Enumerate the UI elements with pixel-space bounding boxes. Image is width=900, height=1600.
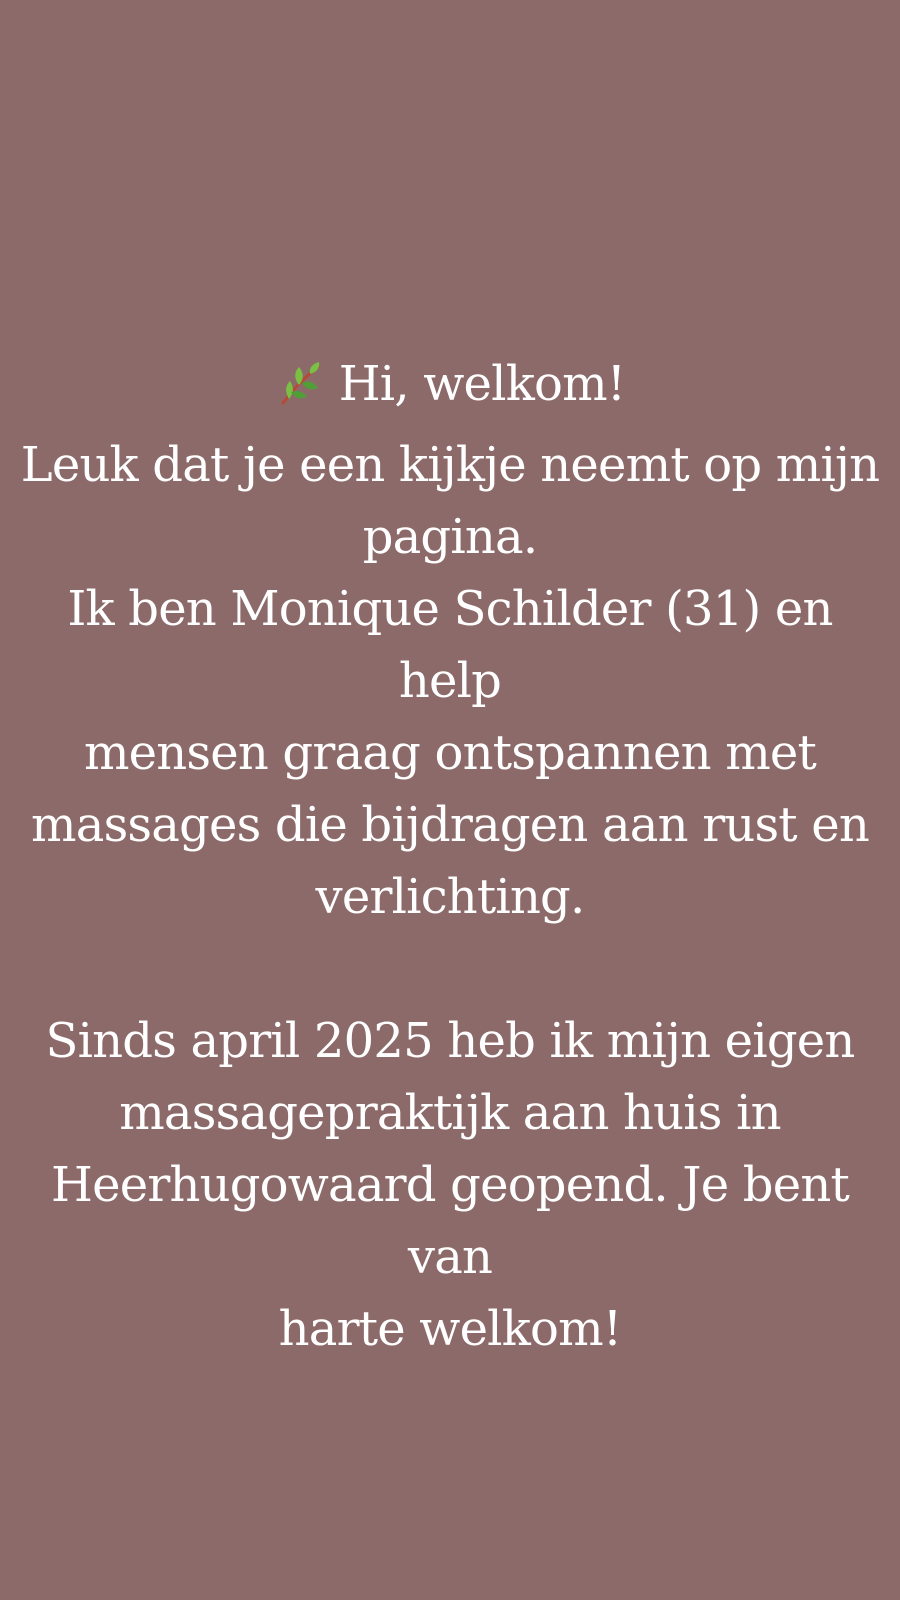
greeting-line: Hi, welkom! [18,348,882,429]
intro-line-2: pagina. [362,509,538,565]
details-line-3: Heerhugowaard geopend. Je bent van [51,1157,850,1285]
intro-line-5: massages die bijdragen aan rust en [31,797,870,853]
details-line-4: harte welkom! [278,1301,622,1357]
details-line-2: massagepraktijk aan huis in [119,1085,781,1141]
intro-line-3: Ik ben Monique Schilder (31) en help [67,581,833,709]
greeting-text: Hi, welkom! [338,356,626,412]
greeting: Hi, welkom! [275,348,626,420]
intro-line-4: mensen graag ontspannen met [83,725,817,781]
page-container: Hi, welkom! Leuk dat je een kijkje neemt… [0,0,900,1600]
intro-line-6: verlichting. [315,869,586,925]
herb-branch-icon [275,359,325,409]
intro-line-1: Leuk dat je een kijkje neemt op mijn [20,437,880,493]
details-line-1: Sinds april 2025 heb ik mijn eigen [45,1013,856,1069]
welcome-text-block: Hi, welkom! Leuk dat je een kijkje neemt… [18,348,882,1365]
